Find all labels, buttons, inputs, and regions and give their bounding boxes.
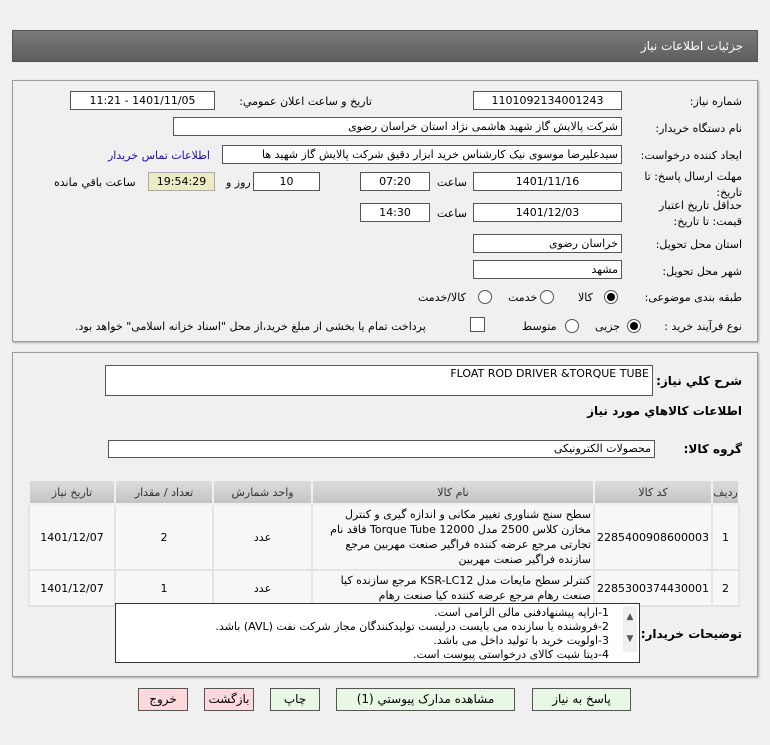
goods-code: 2285400908600003 — [593, 503, 713, 571]
col-code: کد کالا — [593, 479, 713, 505]
goods-info-title: اطلاعات کالاهاي مورد نياز — [587, 404, 742, 418]
requester-label: ایجاد کننده درخواست: — [640, 149, 742, 162]
days-label: روز و — [226, 176, 251, 189]
goods-group-field: محصولات الکترونیکی — [108, 440, 655, 458]
validity-date-field: 1401/12/03 — [473, 203, 622, 222]
category-radio-goods-service[interactable] — [478, 290, 492, 304]
process-option-medium: متوسط — [522, 320, 557, 333]
need-date: 1401/12/07 — [27, 569, 117, 607]
category-radio-service[interactable] — [540, 290, 554, 304]
col-unit: واحد شمارش — [212, 479, 314, 505]
treasury-payment-checkbox[interactable] — [470, 317, 485, 332]
validity-label-1: حداقل تاریخ اعتبار — [658, 199, 742, 212]
days-field: 10 — [253, 172, 320, 191]
remaining-time-field: 19:54:29 — [148, 172, 215, 191]
category-option-goods-service: کالا/خدمت — [418, 291, 466, 304]
print-button[interactable]: چاپ — [270, 688, 320, 711]
announce-field: 1401/11/05 - 11:21 — [70, 91, 215, 110]
exit-button[interactable]: خروج — [138, 688, 188, 711]
category-option-goods: کالا — [578, 291, 593, 304]
table-row: 1 2285400908600003 سطح سنج شناوری تغییر … — [27, 503, 740, 571]
row-number: 1 — [711, 503, 740, 571]
process-label: نوع فرآیند خرید : — [664, 320, 742, 333]
scroll-down-icon[interactable]: ▼ — [627, 634, 634, 644]
process-radio-medium[interactable] — [565, 319, 579, 333]
validity-time-label: ساعت — [437, 207, 467, 220]
col-qty: تعداد / مقدار — [114, 479, 215, 505]
category-radio-goods[interactable] — [604, 290, 618, 304]
deadline-time-label: ساعت — [437, 176, 467, 189]
buyer-field: شرکت پالایش گاز شهید هاشمی نژاد استان خر… — [173, 117, 622, 136]
quantity: 1 — [114, 569, 215, 607]
quantity: 2 — [114, 503, 215, 571]
goods-table: ردیف کد کالا نام کالا واحد شمارش تعداد /… — [27, 479, 740, 607]
deadline-date-field: 1401/11/16 — [473, 172, 622, 191]
col-name: نام کالا — [311, 479, 596, 505]
unit: عدد — [212, 569, 314, 607]
col-row: ردیف — [711, 479, 740, 505]
page-title: جزئیات اطلاعات نیاز — [640, 39, 743, 53]
validity-time-field: 14:30 — [360, 203, 430, 222]
note-line: 2-فروشنده یا سازنده می بایست درلیست تولی… — [215, 620, 609, 633]
city-label: شهر محل تحویل: — [662, 265, 742, 278]
process-radio-minor[interactable] — [627, 319, 641, 333]
row-number: 2 — [711, 569, 740, 607]
need-number-field: 1101092134001243 — [473, 91, 622, 110]
notes-scrollbar[interactable]: ▲ ▼ — [623, 606, 637, 652]
reply-button[interactable]: پاسخ به نياز — [532, 688, 631, 711]
category-option-service: خدمت — [508, 291, 538, 304]
announce-label: تاریخ و ساعت اعلان عمومي: — [239, 95, 372, 108]
note-line: 1-ارایه پیشنهادفنی مالی الزامی است. — [434, 606, 609, 619]
need-number-label: شماره نیاز: — [689, 95, 742, 108]
category-label: طبقه بندی موضوعی: — [644, 291, 742, 304]
requester-field: سیدعلیرضا موسوی نیک کارشناس خرید ابزار د… — [222, 145, 622, 164]
unit: عدد — [212, 503, 314, 571]
note-line: 3-اولویت خرید با تولید داخل می باشد. — [433, 634, 609, 647]
back-button[interactable]: بازگشت — [204, 688, 254, 711]
attachments-button[interactable]: مشاهده مدارک پيوستي (1) — [336, 688, 515, 711]
buyer-contact-link[interactable]: اطلاعات تماس خریدار — [108, 149, 210, 162]
treasury-payment-note: پرداخت تمام یا بخشی از مبلغ خرید،از محل … — [75, 320, 426, 333]
buyer-notes-textarea[interactable]: 1-ارایه پیشنهادفنی مالی الزامی است. 2-فر… — [115, 603, 640, 663]
deadline-label-1: مهلت ارسال پاسخ: تا — [644, 170, 742, 183]
deadline-time-field: 07:20 — [360, 172, 430, 191]
note-line: 4-دیتا شیت کالای درخواستی پیوست است. — [413, 648, 609, 661]
need-date: 1401/12/07 — [27, 503, 117, 571]
description-label: شرح کلي نياز: — [656, 374, 742, 388]
deadline-label-2: تاریخ: — [716, 186, 742, 199]
goods-group-label: گروه کالا: — [683, 442, 742, 456]
province-field: خراسان رضوی — [473, 234, 622, 253]
description-field: FLOAT ROD DRIVER &TORQUE TUBE — [105, 365, 653, 396]
process-option-minor: جزیی — [595, 320, 621, 333]
buyer-label: نام دستگاه خریدار: — [655, 122, 742, 135]
table-row: 2 2285300374430001 کنترلر سطح مایعات مدل… — [27, 569, 740, 607]
page-header: جزئیات اطلاعات نیاز — [12, 30, 758, 62]
goods-code: 2285300374430001 — [593, 569, 713, 607]
city-field: مشهد — [473, 260, 622, 279]
buyer-notes-label: توضیحات خریدار: — [640, 627, 742, 641]
col-date: تاریخ نیاز — [27, 479, 117, 505]
validity-label-2: قیمت: تا تاریخ: — [673, 215, 742, 228]
goods-name: کنترلر سطح مایعات مدل KSR-LC12 مرجع سازن… — [311, 569, 596, 607]
scroll-up-icon[interactable]: ▲ — [627, 612, 634, 622]
province-label: استان محل تحویل: — [655, 238, 742, 251]
goods-name: سطح سنج شناوری تغییر مکانی و اندازه گیری… — [311, 503, 596, 571]
remaining-label: ساعت باقي مانده — [54, 176, 136, 189]
